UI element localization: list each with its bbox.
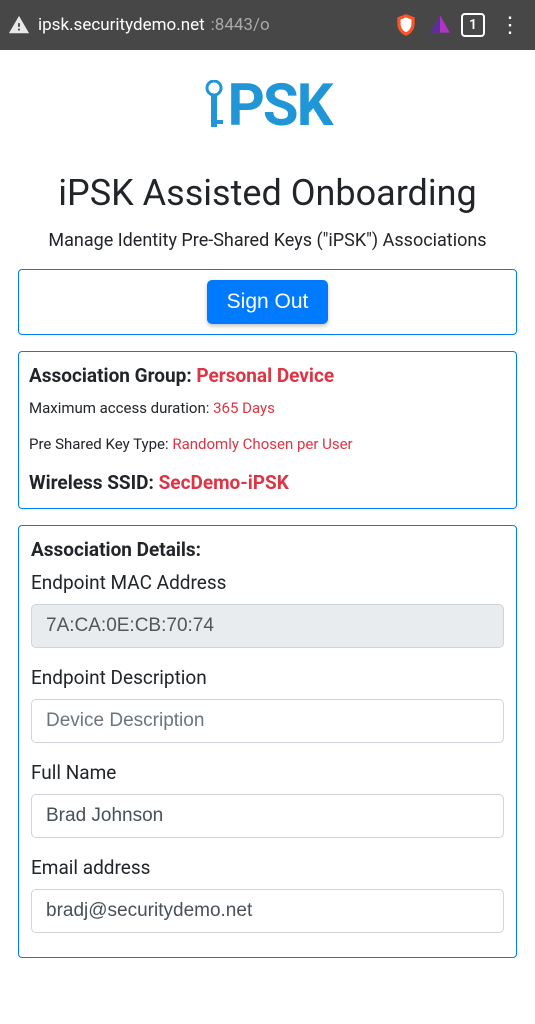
- logo: PSK: [18, 50, 517, 150]
- page-title: iPSK Assisted Onboarding: [18, 172, 517, 214]
- max-duration-label: Maximum access duration:: [29, 399, 213, 417]
- email-input[interactable]: [31, 889, 504, 933]
- page-subtitle: Manage Identity Pre-Shared Keys ("iPSK")…: [18, 230, 517, 251]
- full-name-input[interactable]: [31, 794, 504, 838]
- details-heading: Association Details:: [31, 538, 504, 561]
- mac-address-input: [31, 604, 504, 648]
- max-duration-value: 365 Days: [213, 399, 275, 417]
- url-host: ipsk.securitydemo.net: [38, 15, 205, 35]
- tab-switcher[interactable]: 1: [461, 13, 485, 37]
- not-secure-icon: [8, 14, 30, 36]
- browser-bar: ipsk.securitydemo.net :8443/o 1 ⋮: [0, 0, 535, 50]
- url-bar[interactable]: ipsk.securitydemo.net :8443/o: [38, 15, 385, 35]
- psk-type-row: Pre Shared Key Type: Randomly Chosen per…: [29, 435, 506, 453]
- ssid-row: Wireless SSID: SecDemo-iPSK: [29, 471, 506, 494]
- full-name-label: Full Name: [31, 761, 504, 784]
- description-label: Endpoint Description: [31, 666, 504, 689]
- logo-key-icon: [204, 80, 224, 132]
- association-group-card: Association Group: Personal Device Maxim…: [18, 351, 517, 509]
- psk-type-label: Pre Shared Key Type:: [29, 435, 172, 453]
- association-group-row: Association Group: Personal Device: [29, 364, 506, 387]
- signout-card: Sign Out: [18, 269, 517, 335]
- logo-text: PSK: [228, 72, 332, 140]
- tab-count-value: 1: [469, 17, 477, 33]
- association-group-value: Personal Device: [196, 364, 334, 387]
- ssid-value: SecDemo-iPSK: [159, 471, 289, 494]
- mac-address-label: Endpoint MAC Address: [31, 571, 504, 594]
- description-input[interactable]: [31, 699, 504, 743]
- brave-shield-icon[interactable]: [393, 12, 419, 38]
- brave-rewards-icon[interactable]: [427, 12, 453, 38]
- sign-out-button[interactable]: Sign Out: [207, 280, 329, 324]
- psk-type-value: Randomly Chosen per User: [172, 435, 352, 453]
- association-details-card: Association Details: Endpoint MAC Addres…: [18, 525, 517, 958]
- page-content: PSK iPSK Assisted Onboarding Manage Iden…: [0, 50, 535, 958]
- email-label: Email address: [31, 856, 504, 879]
- browser-menu-icon[interactable]: ⋮: [493, 13, 527, 38]
- url-rest: :8443/o: [211, 15, 270, 35]
- association-group-label: Association Group:: [29, 364, 196, 387]
- ssid-label: Wireless SSID:: [29, 471, 159, 494]
- max-duration-row: Maximum access duration: 365 Days: [29, 399, 506, 417]
